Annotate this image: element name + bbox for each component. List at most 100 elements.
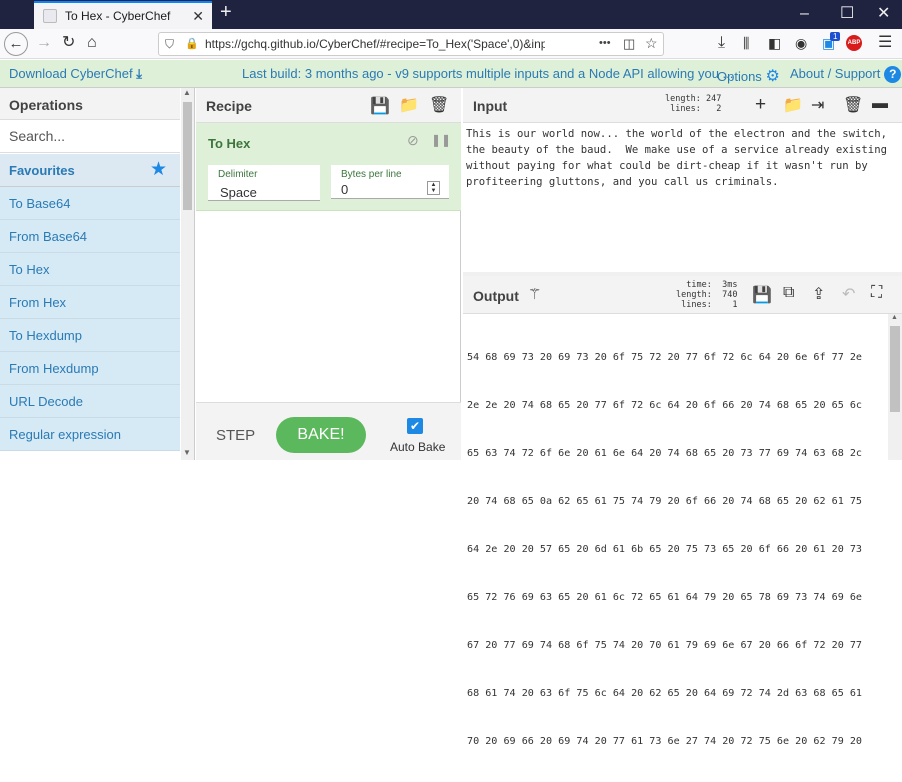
home-icon[interactable]: ⌂ (87, 33, 97, 53)
load-recipe-folder-icon[interactable]: 📁 (399, 95, 419, 115)
operation-item[interactable]: From Hex (0, 286, 180, 319)
options-label[interactable]: Options (717, 69, 762, 84)
operation-item[interactable]: URL Decode (0, 385, 180, 418)
delimiter-label: Delimiter (218, 169, 258, 180)
help-icon[interactable]: ? (884, 66, 902, 84)
output-title: Output (473, 288, 519, 304)
output-text[interactable]: 54 68 69 73 20 69 73 20 6f 75 72 20 77 6… (467, 318, 887, 782)
gear-icon[interactable]: ⚙ (765, 68, 779, 85)
maximize-output-icon[interactable]: ⛶ (871, 284, 882, 302)
save-output-icon[interactable]: 💾 (752, 285, 772, 305)
build-message[interactable]: Last build: 3 months ago - v9 supports m… (242, 66, 733, 81)
operations-panel: Operations Search... Favourites ★ To Bas… (0, 88, 195, 460)
input-textarea[interactable]: This is our world now... the world of th… (466, 126, 902, 190)
output-line: 2e 2e 20 74 68 65 20 77 6f 72 6c 64 20 6… (467, 400, 863, 411)
operations-header: Operations (0, 88, 180, 120)
cyberchef-favicon-icon (43, 9, 57, 23)
clear-input-trash-icon[interactable]: 🗑 (843, 95, 863, 115)
maximize-icon[interactable]: ☐ (840, 5, 854, 23)
bytes-per-line-value[interactable]: 0 (341, 182, 348, 197)
output-line: 65 72 76 69 63 65 20 61 6c 72 65 61 64 7… (467, 592, 863, 603)
scroll-up-icon[interactable]: ▲ (891, 314, 898, 321)
auto-bake-checkbox[interactable]: ✔ (407, 418, 423, 434)
close-tab-icon[interactable]: ✕ (192, 8, 204, 25)
scroll-up-icon[interactable]: ▲ (183, 88, 191, 97)
operation-item[interactable]: From Base64 (0, 220, 180, 253)
operations-scrollbar[interactable]: ▲ ▼ (181, 88, 194, 460)
copy-output-icon[interactable]: ⧉ (783, 284, 794, 302)
to-hex-operation[interactable]: To Hex ⊘ ❚❚ Delimiter Space Bytes per li… (196, 123, 461, 211)
delimiter-field[interactable]: Delimiter Space (208, 165, 320, 201)
download-icon[interactable]: ⤓ (136, 66, 142, 81)
input-length-label: length: (665, 94, 701, 104)
download-label[interactable]: Download CyberChef (9, 66, 133, 81)
save-recipe-icon[interactable]: 💾 (370, 96, 390, 116)
back-arrow-icon[interactable]: ← (4, 32, 28, 56)
lock-icon[interactable]: 🔒 (185, 37, 199, 50)
about-support-button[interactable]: About / Support? (790, 66, 902, 84)
operation-item[interactable]: Regular expression (0, 418, 180, 451)
pause-icon[interactable]: ❚❚ (431, 133, 451, 147)
reload-icon[interactable]: ↻ (62, 33, 75, 53)
operation-item[interactable]: To Hex (0, 253, 180, 286)
about-label[interactable]: About / Support (790, 66, 880, 81)
add-input-tab-icon[interactable]: + (755, 94, 766, 116)
reset-layout-icon[interactable]: ▬ (872, 95, 888, 113)
recipe-panel: Recipe 💾 📁 🗑 To Hex ⊘ ❚❚ Delimiter Space… (196, 88, 461, 460)
operation-title: To Hex (208, 136, 251, 151)
move-output-to-input-icon[interactable]: ⇪ (812, 284, 825, 304)
scrollbar-thumb[interactable] (183, 102, 192, 210)
library-icon[interactable]: ⫼ (743, 33, 749, 53)
new-tab-button[interactable]: + (220, 2, 232, 22)
undo-icon[interactable]: ↶ (842, 284, 855, 304)
number-stepper-icon[interactable]: ▲ ▼ (427, 181, 440, 195)
output-line: 20 74 68 65 0a 62 65 61 75 74 79 20 6f 6… (467, 496, 863, 507)
url-text[interactable]: https://gchq.github.io/CyberChef/#recipe… (205, 37, 545, 51)
operation-item[interactable]: To Hexdump (0, 319, 180, 352)
bookmark-star-icon[interactable]: ☆ (645, 35, 658, 52)
favourites-label: Favourites (9, 163, 75, 178)
minimize-icon[interactable]: – (800, 5, 809, 23)
download-cyberchef-link[interactable]: Download CyberChef ⤓ (9, 66, 142, 82)
output-scrollbar[interactable]: ▲ (888, 314, 902, 460)
shield-icon[interactable]: ⛉ (165, 37, 174, 52)
operations-title: Operations (9, 97, 83, 113)
sidebar-icon[interactable]: ◧ (768, 33, 781, 53)
delimiter-value[interactable]: Space (220, 185, 257, 200)
disable-icon[interactable]: ⊘ (407, 132, 419, 149)
open-folder-icon[interactable]: 📁 (783, 95, 803, 115)
clear-recipe-trash-icon[interactable]: 🗑 (429, 95, 449, 115)
magic-wand-icon[interactable]: ⚚ (528, 285, 541, 303)
auto-bake-label: Auto Bake (390, 440, 446, 454)
scrollbar-thumb[interactable] (890, 326, 900, 412)
downloads-icon[interactable]: ⤓ (718, 33, 725, 53)
output-panel: Output ⚚ time: 3ms length: 740 lines: 1 … (463, 276, 902, 747)
star-icon[interactable]: ★ (150, 158, 167, 181)
scroll-down-icon[interactable]: ▼ (183, 448, 191, 457)
input-length-value: 247 (705, 94, 722, 104)
operation-item[interactable]: To Base64 (0, 187, 180, 220)
close-window-icon[interactable]: ✕ (877, 5, 890, 23)
recipe-title: Recipe (206, 98, 252, 114)
address-bar[interactable]: ⛉ 🔒 https://gchq.github.io/CyberChef/#re… (158, 32, 664, 56)
output-line: 67 20 77 69 74 68 6f 75 74 20 70 61 79 6… (467, 640, 863, 651)
open-file-icon[interactable]: ⇥ (811, 95, 824, 115)
favourites-category[interactable]: Favourites ★ (0, 154, 180, 187)
bytes-per-line-field[interactable]: Bytes per line 0 ▲ ▼ (331, 165, 449, 199)
recipe-header: Recipe 💾 📁 🗑 (196, 88, 461, 123)
browser-tab[interactable]: To Hex - CyberChef ✕ (34, 1, 212, 29)
input-stats: length: 247 lines: 2 (665, 94, 721, 114)
page-actions-icon[interactable]: ••• (599, 37, 611, 49)
output-line: 70 20 69 66 20 69 74 20 77 61 73 6e 27 7… (467, 736, 863, 747)
account-icon[interactable]: ◉ (795, 33, 807, 53)
forward-arrow-icon[interactable]: → (36, 33, 52, 53)
operation-item[interactable]: From Hexdump (0, 352, 180, 385)
bake-button[interactable]: BAKE! (276, 417, 366, 453)
input-lines-label: lines: (670, 104, 701, 114)
search-input[interactable]: Search... (0, 120, 180, 153)
adblock-icon[interactable]: ABP (846, 35, 862, 51)
menu-icon[interactable]: ☰ (878, 33, 892, 53)
step-button[interactable]: STEP (216, 427, 255, 444)
options-button[interactable]: Options ⚙ (717, 66, 780, 86)
pocket-icon[interactable]: ◫ (623, 36, 635, 52)
